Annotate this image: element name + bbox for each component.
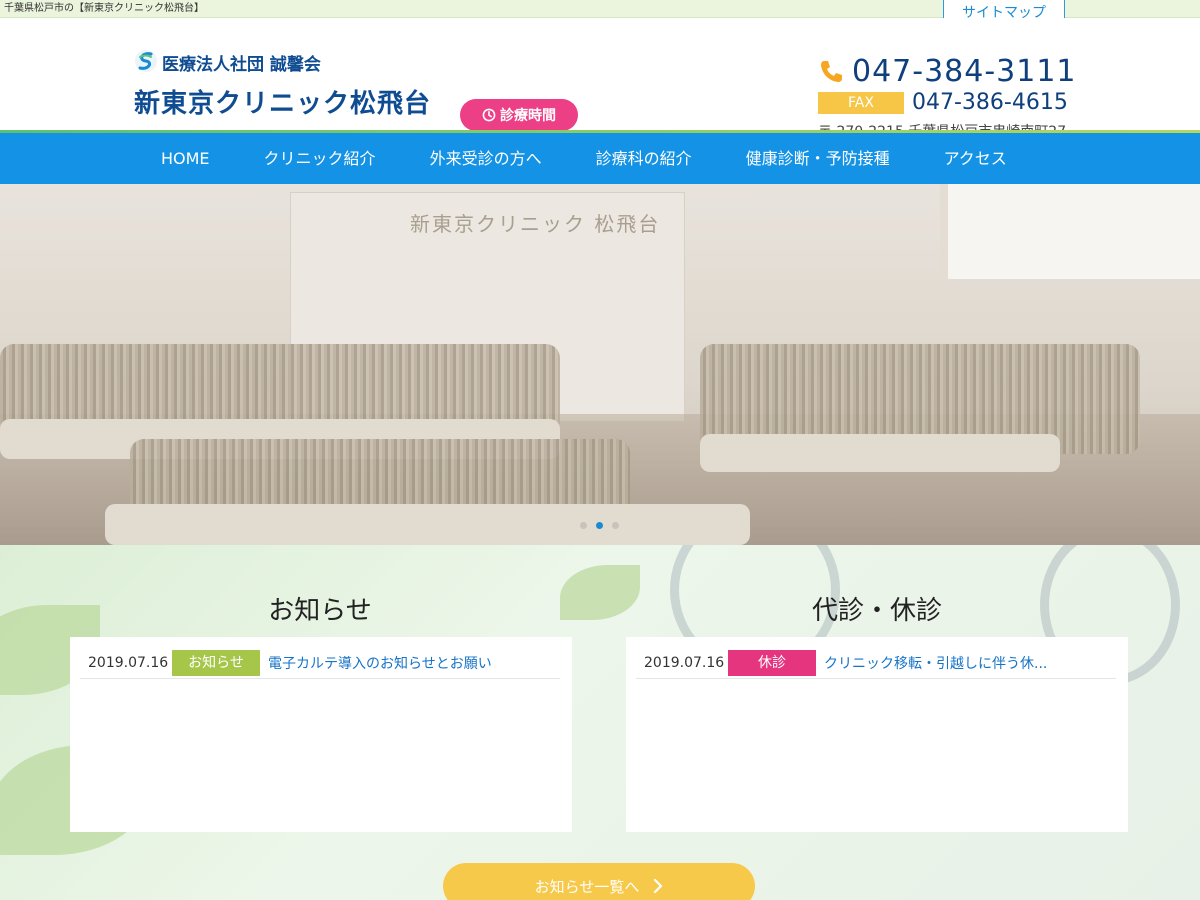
top-strip: 千葉県松戸市の【新東京クリニック松飛台】 サイトマップ <box>0 0 1200 28</box>
news-entry[interactable]: 2019.07.16 お知らせ 電子カルテ導入のお知らせとお願い <box>80 647 560 679</box>
clinic-name[interactable]: 新東京クリニック松飛台 <box>134 83 431 120</box>
hero-sofa-right-seat <box>700 434 1060 472</box>
hero-slider[interactable]: 新東京クリニック 松飛台 <box>0 184 1200 545</box>
news-panel: 2019.07.16 お知らせ 電子カルテ導入のお知らせとお願い <box>70 637 572 832</box>
fax-label: FAX <box>818 92 904 114</box>
swirl-logo-icon <box>135 50 157 72</box>
news-list-button[interactable]: お知らせ一覧へ <box>443 863 755 900</box>
nav-item-outpatient[interactable]: 外来受診の方へ <box>403 133 569 184</box>
closure-entry[interactable]: 2019.07.16 休診 クリニック移転・引越しに伴う休... <box>636 647 1116 679</box>
nav-item-departments[interactable]: 診療科の紹介 <box>569 133 719 184</box>
hours-button-label: 診療時間 <box>500 108 556 124</box>
news-link[interactable]: 電子カルテ導入のお知らせとお願い <box>268 653 492 673</box>
leaf-decoration <box>560 565 640 620</box>
closure-date: 2019.07.16 <box>644 654 725 671</box>
slider-dot[interactable] <box>612 522 619 529</box>
news-tag: お知らせ <box>172 649 260 676</box>
nav-item-clinic-intro[interactable]: クリニック紹介 <box>237 133 403 184</box>
nav-item-checkup-vaccination[interactable]: 健康診断・予防接種 <box>719 133 917 184</box>
organization-name: 医療法人社団 誠馨会 <box>162 55 321 75</box>
site-header: 医療法人社団 誠馨会 新東京クリニック松飛台 診療時間 047-384-3111… <box>0 18 1200 140</box>
hours-button[interactable]: 診療時間 <box>460 99 578 131</box>
news-section: お知らせ 2019.07.16 お知らせ 電子カルテ導入のお知らせとお願い 代診… <box>0 545 1200 900</box>
nav-bar: HOME クリニック紹介 外来受診の方へ 診療科の紹介 健康診断・予防接種 アク… <box>0 133 1200 184</box>
fax-number: 047-386-4615 <box>912 90 1068 115</box>
hero-clinic-sign: 新東京クリニック 松飛台 <box>410 212 661 236</box>
slider-dot[interactable] <box>580 522 587 529</box>
clock-icon <box>482 108 496 122</box>
nav-item-access[interactable]: アクセス <box>917 133 1034 184</box>
main-navigation: HOME クリニック紹介 外来受診の方へ 診療科の紹介 健康診断・予防接種 アク… <box>0 130 1200 184</box>
closures-title: 代診・休診 <box>811 596 942 626</box>
closure-link[interactable]: クリニック移転・引越しに伴う休... <box>824 653 1047 673</box>
chevron-right-icon <box>654 879 663 893</box>
closure-tag: 休診 <box>728 649 816 676</box>
phone-icon <box>821 61 842 82</box>
slider-dot-active[interactable] <box>596 522 603 529</box>
nav-item-home[interactable]: HOME <box>134 133 237 184</box>
news-date: 2019.07.16 <box>88 654 169 671</box>
phone-number[interactable]: 047-384-3111 <box>852 54 1077 89</box>
hero-sofa-front-seat <box>105 504 750 545</box>
closures-panel: 2019.07.16 休診 クリニック移転・引越しに伴う休... <box>626 637 1128 832</box>
news-title: お知らせ <box>268 596 372 626</box>
hero-window <box>940 184 1200 279</box>
news-list-button-label: お知らせ一覧へ <box>534 877 640 896</box>
slider-pagination <box>580 522 619 529</box>
